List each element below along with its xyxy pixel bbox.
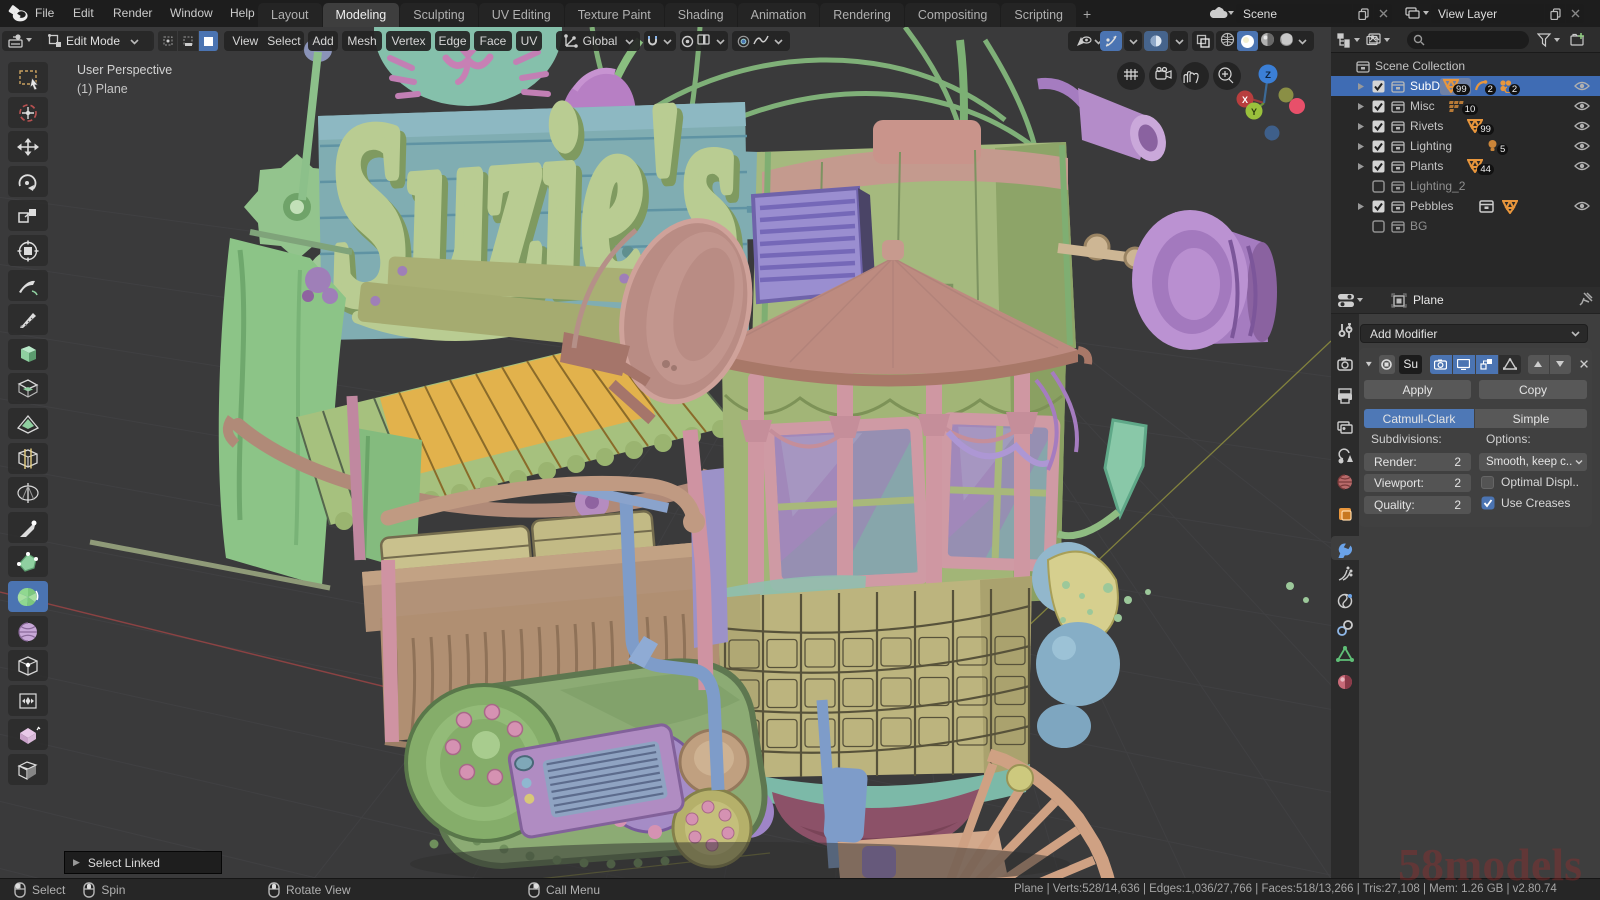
svg-text:Z: Z xyxy=(1265,70,1271,81)
svg-text:Y: Y xyxy=(1251,107,1257,117)
svg-text:X: X xyxy=(1242,95,1248,105)
